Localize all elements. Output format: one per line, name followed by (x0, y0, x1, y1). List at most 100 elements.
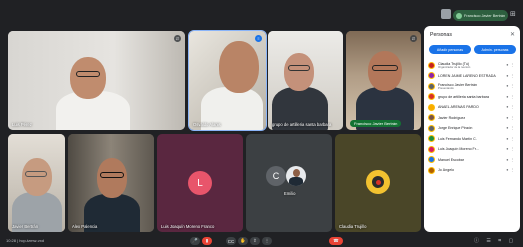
participant-tile[interactable]: ∅ Francisco Javier Bertrán (346, 31, 421, 130)
avatar (428, 114, 435, 122)
more-icon[interactable]: ⋮ (510, 147, 514, 151)
participant-actions: ● ⋮ (506, 105, 514, 109)
participant-name: Jo Ángelo (438, 168, 454, 173)
more-icon[interactable]: ⋮ (510, 95, 514, 99)
captions-icon[interactable]: CC (226, 237, 236, 245)
participant-actions: ● ⋮ (506, 74, 514, 78)
leave-call-icon[interactable]: ☎ (329, 237, 343, 245)
grid-icon[interactable]: ⊞ (510, 10, 516, 18)
participant-role: Organizador de la reunión (438, 64, 471, 69)
avatar (428, 145, 435, 153)
mic-icon[interactable]: ● (506, 74, 508, 78)
avatar (428, 93, 435, 101)
participant-info: LOREN JAIME LARENO ESTRADA (438, 74, 506, 78)
participant-name: Javier Rodríguez (438, 115, 466, 120)
present-icon[interactable]: ⇪ (250, 237, 260, 245)
participant-row[interactable]: grupo de artilleria santa barbara ● ⋮ (428, 92, 518, 103)
participant-info: Luis Fernando Martín C. (438, 137, 506, 141)
camera-icon[interactable]: ▮ (202, 237, 212, 245)
participant-name: Jorge Enrique Pinzón (438, 126, 473, 131)
participant-name: LOREN JAIME LARENO ESTRADA (438, 73, 496, 78)
participant-info: Claudia Trujillo (Tú) Organizador de la r… (438, 62, 506, 69)
more-icon[interactable]: ⋮ (510, 63, 514, 67)
present-icon[interactable] (441, 9, 451, 19)
participant-tile[interactable]: ∅ Luis Pérez (8, 31, 185, 130)
participant-tile[interactable]: Alex Palencia (68, 134, 154, 232)
mic-icon[interactable]: ● (506, 158, 508, 162)
participant-row[interactable]: ANAEL ARENAS PARDO ● ⋮ (428, 102, 518, 113)
participant-video (270, 49, 330, 130)
participant-tile[interactable]: L Luis Joaquín Moreno Franco (157, 134, 243, 232)
top-bar: Francisco Javier Bertrán ⊞ (0, 0, 523, 28)
participant-name: Manuel Escobar (438, 157, 464, 162)
more-icon[interactable]: ⋮ (510, 105, 514, 109)
participant-role: Presentando (438, 85, 454, 90)
mic-icon[interactable]: 🎤 (190, 237, 200, 245)
participant-row[interactable]: Manuel Escobar ● ⋮ (428, 155, 518, 166)
avatar: C (266, 166, 286, 186)
participant-name: Luis Joaquín Moreno Franco (161, 224, 215, 229)
presenter-indicator[interactable]: Francisco Javier Bertrán (453, 10, 508, 21)
participant-row[interactable]: Jo Ángelo ● ⋮ (428, 165, 518, 176)
mic-icon[interactable]: ● (506, 95, 508, 99)
meeting-tools[interactable]: ⓘ ☰ ⌗ ▢ (474, 237, 516, 244)
participant-info: Javier Rodríguez (438, 116, 506, 120)
participant-name: Osvaldo Alanis (193, 122, 221, 127)
participant-name: ANAEL ARENAS PARDO (438, 105, 479, 110)
participant-name: Luis Fernando Martín C. (438, 136, 477, 141)
mic-off-icon: ∅ (174, 35, 181, 42)
participant-tile[interactable]: Claudia Trujillo (335, 134, 421, 232)
mic-icon[interactable]: ● (506, 168, 508, 172)
participant-info: Manuel Escobar (438, 158, 506, 162)
participant-info: Jorge Enrique Pinzón (438, 126, 506, 130)
manage-people-button[interactable]: Admin. personas (474, 45, 516, 54)
participant-row[interactable]: Francisco Javier Bertrán Presentando ● ⋮ (428, 81, 518, 92)
participant-actions: ● ⋮ (506, 63, 514, 67)
participant-row[interactable]: Luis Fernando Martín C. ● ⋮ (428, 134, 518, 145)
avatar (428, 61, 435, 69)
participant-video (48, 51, 138, 130)
mic-icon[interactable]: ● (506, 126, 508, 130)
participant-tile[interactable]: grupo de artilleria santa barbara (268, 31, 343, 130)
participant-actions: ● ⋮ (506, 116, 514, 120)
avatar: L (188, 171, 212, 195)
more-icon[interactable]: ⋮ (510, 137, 514, 141)
more-icon[interactable]: ⋮ (510, 116, 514, 120)
more-icon[interactable]: ⋮ (262, 237, 272, 245)
participant-tile[interactable]: Javier Bertrán (8, 134, 65, 232)
participant-actions: ● ⋮ (506, 126, 514, 130)
participant-tile[interactable]: ≡ Osvaldo Alanis (188, 30, 267, 131)
mic-icon[interactable]: ● (506, 116, 508, 120)
participant-info: ANAEL ARENAS PARDO (438, 105, 506, 109)
people-panel: Personas ✕ Añadir personas Admin. person… (424, 26, 520, 232)
participant-actions: ● ⋮ (506, 158, 514, 162)
close-icon[interactable]: ✕ (510, 31, 515, 38)
mic-icon[interactable]: ● (506, 147, 508, 151)
participant-name: Luis Joaquín Moreno Fr... (438, 147, 479, 152)
more-icon[interactable]: ⋮ (510, 126, 514, 130)
participant-row[interactable]: LOREN JAIME LARENO ESTRADA ● ⋮ (428, 71, 518, 82)
participant-row[interactable]: Jorge Enrique Pinzón ● ⋮ (428, 123, 518, 134)
participant-row[interactable]: Luis Joaquín Moreno Fr... ● ⋮ (428, 144, 518, 155)
participant-row[interactable]: Claudia Trujillo (Tú) Organizador de la r… (428, 60, 518, 71)
panel-title: Personas (430, 32, 452, 38)
mic-icon[interactable]: ● (506, 63, 508, 67)
mic-icon[interactable]: ● (506, 84, 508, 88)
avatar (428, 166, 435, 174)
avatar (428, 103, 435, 111)
more-icon[interactable]: ⋮ (510, 158, 514, 162)
participant-info: Luis Joaquín Moreno Fr... (438, 147, 506, 151)
participant-row[interactable]: Javier Rodríguez ● ⋮ (428, 113, 518, 124)
raise-hand-icon[interactable]: ✋ (238, 237, 248, 245)
presenting-icon (456, 12, 462, 19)
more-icon[interactable]: ⋮ (510, 74, 514, 78)
participant-name: Javier Bertrán (12, 224, 39, 229)
mic-icon[interactable]: ● (506, 105, 508, 109)
participant-tile[interactable]: C Emilio (246, 134, 332, 232)
more-icon[interactable]: ⋮ (510, 84, 514, 88)
mic-icon[interactable]: ● (506, 137, 508, 141)
more-icon[interactable]: ⋮ (510, 168, 514, 172)
participant-actions: ● ⋮ (506, 95, 514, 99)
participant-name: grupo de artilleria santa barbara (438, 94, 489, 99)
add-people-button[interactable]: Añadir personas (429, 45, 471, 54)
